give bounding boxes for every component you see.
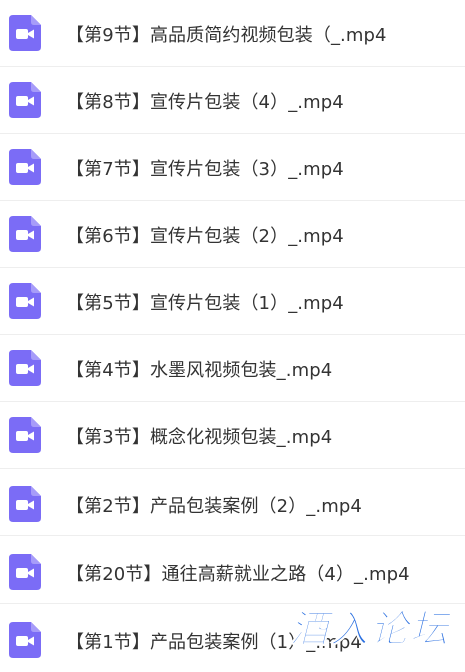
video-file-icon xyxy=(9,15,41,51)
forum-watermark-logo: 酒入论坛 xyxy=(290,606,460,651)
file-name: 【第3节】概念化视频包装_.mp4 xyxy=(66,427,333,448)
file-row-8[interactable]: 【第20节】通往高薪就业之路（4）_.mp4 xyxy=(0,537,465,604)
file-list: 【第9节】高品质简约视频包装（_.mp4 【第8节】宣传片包装（4）_.mp4 … xyxy=(0,0,465,669)
file-row-2[interactable]: 【第7节】宣传片包装（3）_.mp4 xyxy=(0,134,465,201)
file-name: 【第2节】产品包装案例（2）_.mp4 xyxy=(66,496,362,517)
file-name: 【第5节】宣传片包装（1）_.mp4 xyxy=(66,293,344,314)
file-row-4[interactable]: 【第5节】宣传片包装（1）_.mp4 xyxy=(0,268,465,335)
video-file-icon xyxy=(9,350,41,386)
file-row-6[interactable]: 【第3节】概念化视频包装_.mp4 xyxy=(0,402,465,469)
file-row-3[interactable]: 【第6节】宣传片包装（2）_.mp4 xyxy=(0,201,465,268)
file-row-1[interactable]: 【第8节】宣传片包装（4）_.mp4 xyxy=(0,67,465,134)
file-name: 【第6节】宣传片包装（2）_.mp4 xyxy=(66,226,344,247)
file-row-7[interactable]: 【第2节】产品包装案例（2）_.mp4 xyxy=(0,469,465,536)
video-file-icon xyxy=(9,283,41,319)
video-file-icon xyxy=(9,417,41,453)
file-name: 【第4节】水墨风视频包装_.mp4 xyxy=(66,360,333,381)
file-name: 【第9节】高品质简约视频包装（_.mp4 xyxy=(66,25,387,46)
video-file-icon xyxy=(9,82,41,118)
svg-text:酒入论坛: 酒入论坛 xyxy=(290,607,453,650)
file-row-0[interactable]: 【第9节】高品质简约视频包装（_.mp4 xyxy=(0,0,465,67)
file-name: 【第7节】宣传片包装（3）_.mp4 xyxy=(66,159,344,180)
video-file-icon xyxy=(9,216,41,252)
video-file-icon xyxy=(9,149,41,185)
file-row-5[interactable]: 【第4节】水墨风视频包装_.mp4 xyxy=(0,335,465,402)
video-file-icon xyxy=(9,554,41,590)
file-name: 【第8节】宣传片包装（4）_.mp4 xyxy=(66,92,344,113)
video-file-icon xyxy=(9,622,41,658)
video-file-icon xyxy=(9,486,41,522)
file-name: 【第20节】通往高薪就业之路（4）_.mp4 xyxy=(66,564,410,585)
